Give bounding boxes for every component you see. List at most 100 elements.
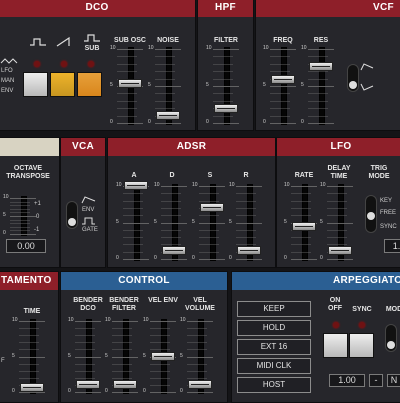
slider-scale-tick <box>112 349 132 351</box>
slider-scale-tick <box>123 229 143 231</box>
slider-scale-tick <box>199 193 219 195</box>
slider-scale-label: 0 <box>192 255 195 261</box>
slider-scale-label: 10 <box>154 182 160 188</box>
vca-header: VCA <box>61 138 105 156</box>
dco-mode-env: ENV <box>1 88 14 94</box>
dco-panel: DCO SUB LFO MAN ENV SUB OSC NOISE <box>0 0 196 131</box>
slider-scale-tick <box>187 328 207 330</box>
vcf-polarity-toggle[interactable] <box>347 64 359 92</box>
slider-scale-label: 5 <box>143 352 146 359</box>
pulse-button[interactable] <box>23 72 48 97</box>
adsr-panel: ADSR A D S R <box>107 137 276 268</box>
vel-env-slider[interactable] <box>151 352 175 361</box>
slider-scale-tick <box>155 100 175 102</box>
slider-scale-tick <box>199 237 219 239</box>
slider-scale-tick <box>150 321 176 322</box>
lfo-delay-label: DELAY TIME <box>327 165 351 180</box>
portamento-slider[interactable] <box>20 383 44 392</box>
saw-button[interactable] <box>50 72 75 97</box>
slider-scale-tick <box>75 349 95 351</box>
arp-mode-toggle[interactable] <box>385 324 397 352</box>
release-slider[interactable] <box>237 246 261 255</box>
arp-host-button[interactable]: HOST <box>237 377 311 393</box>
arp-ext16-button[interactable]: EXT 16 <box>237 339 311 355</box>
wave-mode-icon <box>0 58 18 64</box>
slider-scale-label: 10 <box>192 182 198 188</box>
hpf-slider[interactable] <box>214 104 238 113</box>
arp-on-off-button[interactable] <box>323 333 348 358</box>
env-positive-icon <box>360 63 374 71</box>
vcf-panel: VCF FREQ RES <box>255 0 400 131</box>
slider-scale-tick <box>327 259 353 260</box>
slider-scale-label: 5 <box>192 218 195 225</box>
slider-scale-tick <box>150 370 170 372</box>
slider-scale-tick <box>75 328 95 330</box>
decay-slider[interactable] <box>162 246 186 255</box>
arp-hold-button[interactable]: HOLD <box>237 320 311 336</box>
sub-button[interactable] <box>77 72 102 97</box>
slider-scale-tick <box>150 328 170 330</box>
arp-sync-button[interactable] <box>349 333 374 358</box>
slider-scale-tick <box>117 49 143 50</box>
slider-scale-tick <box>150 377 170 379</box>
res-slider[interactable] <box>309 62 333 71</box>
lfo-panel: LFO RATE DELAY TIME TRIG MODE KEY FREE S… <box>276 137 400 268</box>
slider-scale-label: 0 <box>105 388 108 394</box>
slider-scale-tick <box>270 86 296 87</box>
noise-slider[interactable] <box>156 111 180 120</box>
bender-dco-label: BENDER DCO <box>73 297 103 312</box>
trig-mode-toggle[interactable] <box>365 195 377 233</box>
arp-keep-button[interactable]: KEEP <box>237 301 311 317</box>
slider-scale-tick <box>270 93 290 95</box>
slider-scale-label: 0 <box>301 119 304 125</box>
sub-osc-slider[interactable] <box>118 79 142 88</box>
slider-scale-tick <box>19 370 39 372</box>
slider-scale-tick <box>75 392 101 393</box>
freq-slider[interactable] <box>271 75 295 84</box>
arp-next-button[interactable]: N <box>387 374 400 387</box>
slider-scale-tick <box>199 200 219 202</box>
slider-scale-tick <box>291 186 317 187</box>
slider-scale-tick <box>187 370 207 372</box>
slider-scale-label: 5 <box>301 82 304 88</box>
slider-scale-tick <box>112 321 138 322</box>
slider-scale-tick <box>19 349 39 351</box>
bender-dco-slider[interactable] <box>76 380 100 389</box>
slider-scale-tick <box>213 115 233 117</box>
slider-scale-tick <box>10 208 30 210</box>
arp-minus-button[interactable]: - <box>369 374 383 387</box>
slider-scale-tick <box>199 244 219 246</box>
slider-scale-tick <box>10 205 30 207</box>
pulse-led <box>34 61 40 67</box>
slider-scale-tick <box>75 321 101 322</box>
portamento-panel: TAMENTO TIME F <box>0 271 59 403</box>
rate-slider[interactable] <box>292 222 316 231</box>
attack-slider[interactable] <box>124 181 148 190</box>
slider-scale-tick <box>187 363 207 365</box>
slider-scale-label: 5 <box>12 352 15 359</box>
slider-scale-tick <box>308 100 328 102</box>
arpeggiator-header: ARPEGGIATOR <box>232 272 400 290</box>
vel-volume-slider[interactable] <box>188 380 212 389</box>
slider-scale-tick <box>123 259 149 260</box>
dco-header: DCO <box>0 0 195 17</box>
slider-scale-tick <box>155 93 175 95</box>
delay-slider[interactable] <box>328 246 352 255</box>
slider-scale-tick <box>161 186 187 187</box>
sustain-slider[interactable] <box>200 203 224 212</box>
slider-scale-tick <box>308 56 328 58</box>
arp-midi-clk-button[interactable]: MIDI CLK <box>237 358 311 374</box>
trig-free-label: FREE <box>380 210 397 216</box>
dco-mode-man: MAN <box>1 78 15 84</box>
slider-scale-tick <box>199 222 225 224</box>
slider-scale-label: 5 <box>263 82 266 88</box>
slider-scale-label: 10 <box>180 317 186 323</box>
trig-key-label: KEY <box>380 198 393 204</box>
arp-on-off-label: ON OFF <box>328 297 342 312</box>
slider-scale-tick <box>291 251 311 253</box>
slider-scale-tick <box>199 259 225 260</box>
bender-filter-slider[interactable] <box>113 380 137 389</box>
slider-scale-tick <box>199 229 219 231</box>
slider-scale-tick <box>19 321 45 322</box>
vca-mode-toggle[interactable] <box>66 201 78 229</box>
